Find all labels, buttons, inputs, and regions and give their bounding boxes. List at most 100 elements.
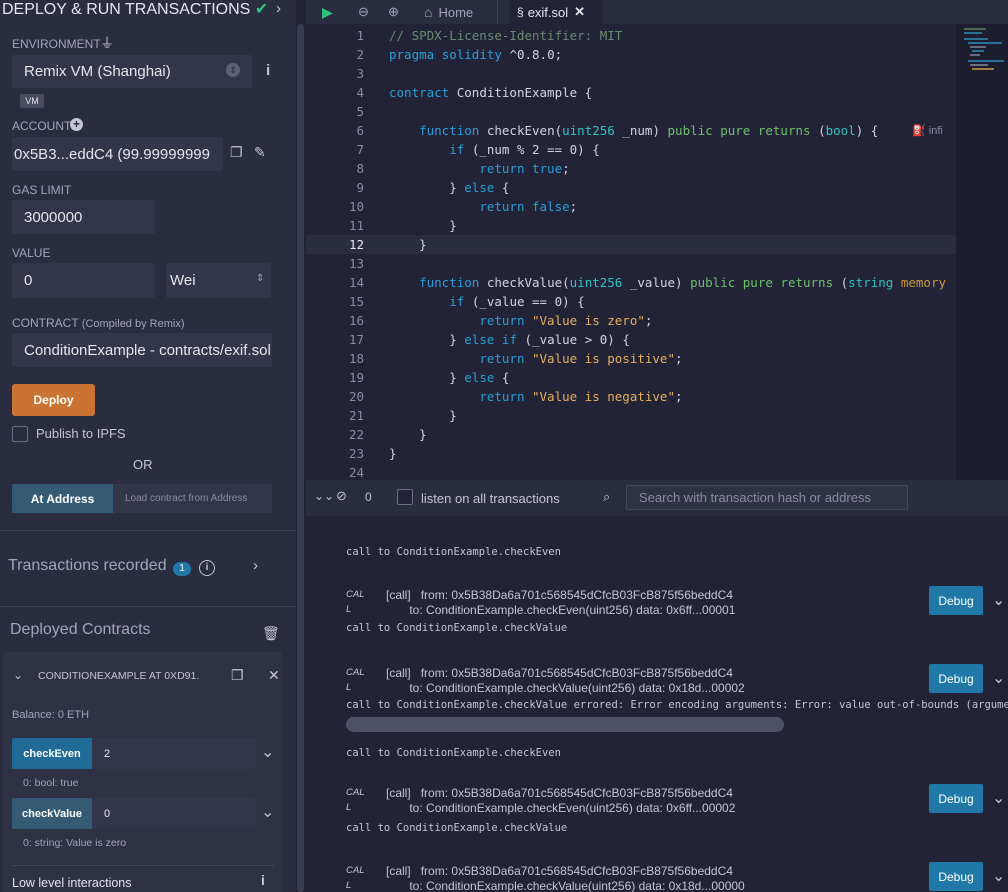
listen-label: listen on all transactions (421, 491, 560, 506)
close-icon[interactable]: ✕ (574, 4, 585, 20)
line-number: 16 (348, 313, 364, 328)
line-number: 4 (356, 85, 364, 100)
terminal-tx-entry[interactable]: CAL L [call] from: 0x5B38Da6a701c568545dCf… (306, 784, 1008, 824)
tx-type-label: CAL (346, 865, 365, 876)
line-number: 8 (356, 161, 364, 176)
contract-select[interactable]: ConditionExample - contracts/exif.sol (12, 333, 272, 367)
value-unit-select[interactable]: Wei ⇕ (166, 263, 271, 298)
low-level-label: Low level interactions (12, 876, 132, 890)
line-number: 22 (348, 427, 364, 442)
infer-gas-hint[interactable]: ⛽ infi (912, 124, 943, 137)
checkeven-input[interactable]: 2 (92, 738, 256, 769)
chevron-down-icon[interactable]: ⌄ (992, 788, 1005, 808)
editor-tabs-bar: ▶ ⊖ ⊕ ⌂ Home § exif.sol ✕ (306, 0, 1008, 24)
tab-exif-sol[interactable]: § exif.sol ✕ (509, 0, 603, 24)
line-number: 9 (356, 180, 364, 195)
transactions-recorded-label[interactable]: Transactions recorded (8, 557, 167, 575)
checkvalue-input[interactable]: 0 (92, 798, 256, 829)
info-icon[interactable]: i (261, 872, 265, 888)
debug-button[interactable]: Debug (929, 586, 983, 615)
terminal-scrollbar[interactable] (346, 717, 784, 732)
edit-icon[interactable]: ✎ (254, 145, 266, 159)
line-number: 7 (356, 142, 364, 157)
chevron-down-icon[interactable]: ⌄ (992, 668, 1005, 688)
tx-from-line: [call] from: 0x5B38Da6a701c568545dCfcB03… (386, 666, 733, 680)
check-icon: ✔ (254, 1, 269, 18)
line-number: 18 (348, 351, 364, 366)
at-address-button[interactable]: At Address (12, 484, 113, 513)
instance-label: CONDITIONEXAMPLE AT 0XD91. (38, 670, 200, 682)
tab-file-label: exif.sol (527, 4, 569, 20)
terminal-tx-entry[interactable]: CAL L [call] from: 0x5B38Da6a701c568545dCf… (306, 586, 1008, 626)
play-icon[interactable]: ▶ (322, 0, 333, 24)
panel-scrollbar[interactable] (296, 0, 306, 892)
plus-circle-icon[interactable]: + (70, 118, 83, 131)
balance-label: Balance: 0 ETH (12, 709, 90, 721)
double-chevron-down-icon[interactable]: ⌄⌄ (314, 489, 334, 503)
line-number: 15 (348, 294, 364, 309)
close-icon[interactable]: ✕ (268, 667, 280, 684)
checkvalue-button[interactable]: checkValue (12, 798, 92, 829)
listen-checkbox[interactable] (397, 489, 413, 505)
ipfs-label: Publish to IPFS (36, 426, 126, 441)
environment-label: ENVIRONMENT (12, 37, 101, 51)
account-label: ACCOUNT (12, 119, 72, 133)
tx-from-line: [call] from: 0x5B38Da6a701c568545dCfcB03… (386, 588, 733, 602)
chevron-down-icon[interactable]: ⌄ (261, 742, 274, 762)
chevron-down-icon[interactable]: ⌄ (261, 802, 274, 822)
terminal-call-header: call to ConditionExample.checkValue (346, 822, 568, 834)
info-icon[interactable]: i (266, 63, 270, 78)
environment-value: Remix VM (Shanghai) (24, 63, 171, 80)
copy-icon[interactable]: ❐ (231, 668, 244, 682)
gas-limit-input[interactable]: 3000000 (12, 200, 155, 234)
value-input[interactable]: 0 (12, 263, 155, 298)
line-number: 24 (348, 465, 364, 480)
terminal-call-header: call to ConditionExample.checkEven (346, 546, 561, 558)
contract-instance: ⌄ CONDITIONEXAMPLE AT 0XD91. ❐ ✕ Balance… (3, 652, 282, 892)
terminal-call-header: call to ConditionExample.checkEven (346, 747, 561, 759)
trash-icon[interactable]: 🗑 (262, 626, 280, 640)
tx-to-line: to: ConditionExample.checkEven(uint256) … (409, 603, 736, 617)
info-icon[interactable]: i (199, 560, 215, 576)
debug-button[interactable]: Debug (929, 664, 983, 693)
account-select[interactable]: 0x5B3...eddC4 (99.99999999 (12, 137, 223, 171)
chevron-right-icon[interactable]: › (253, 557, 258, 574)
tx-from-line: [call] from: 0x5B38Da6a701c568545dCfcB03… (386, 864, 733, 878)
line-number: 20 (348, 389, 364, 404)
line-number: 17 (348, 332, 364, 347)
solidity-icon: § (517, 5, 524, 19)
home-icon: ⌂ (424, 4, 433, 20)
tab-home-label: Home (438, 4, 474, 20)
chevron-right-icon[interactable]: › (276, 0, 281, 17)
chevron-down-icon[interactable]: ⌄ (992, 590, 1005, 610)
code-editor[interactable]: 1 2 3 4 5 6 7 8 9 10 11 12 13 14 15 16 17 18 19 20 21 22 23 24 … (306, 24, 1008, 480)
terminal-tx-entry[interactable]: CAL L [call] from: 0x5B38Da6a701c568545dCf… (306, 862, 1008, 892)
ban-icon[interactable]: ⊘ (336, 488, 347, 504)
line-number: 11 (348, 218, 364, 233)
environment-select[interactable]: Remix VM (Shanghai) ⇕ (12, 55, 252, 88)
line-number: 12 (348, 237, 364, 252)
tx-type-label-2: L (346, 682, 352, 693)
copy-icon[interactable]: ❐ (230, 145, 243, 159)
tx-to-line: to: ConditionExample.checkEven(uint256) … (409, 801, 736, 815)
line-number: 13 (348, 256, 364, 271)
gas-limit-label: GAS LIMIT (12, 183, 72, 197)
ipfs-checkbox[interactable] (12, 426, 28, 442)
debug-button[interactable]: Debug (929, 862, 983, 891)
editor-minimap[interactable] (956, 24, 1008, 480)
terminal-search-input[interactable]: Search with transaction hash or address (626, 485, 908, 510)
debug-button[interactable]: Debug (929, 784, 983, 813)
zoom-in-icon[interactable]: ⊕ (388, 0, 399, 24)
chevron-down-icon[interactable]: ⌄ (13, 668, 23, 682)
terminal-output: call to ConditionExample.checkEven CAL L [c… (306, 516, 1008, 892)
line-number: 19 (348, 370, 364, 385)
terminal-tx-entry[interactable]: CAL L [call] from: 0x5B38Da6a701c568545dCf… (306, 664, 1008, 704)
chevron-down-icon[interactable]: ⌄ (992, 866, 1005, 886)
checkeven-button[interactable]: checkEven (12, 738, 92, 769)
deployed-contracts-label: Deployed Contracts (10, 621, 151, 638)
or-label: OR (133, 457, 153, 472)
at-address-input[interactable]: Load contract from Address (113, 484, 272, 513)
tab-home[interactable]: ⌂ Home (424, 0, 499, 24)
deploy-button[interactable]: Deploy (12, 384, 95, 416)
zoom-out-icon[interactable]: ⊖ (358, 0, 369, 24)
